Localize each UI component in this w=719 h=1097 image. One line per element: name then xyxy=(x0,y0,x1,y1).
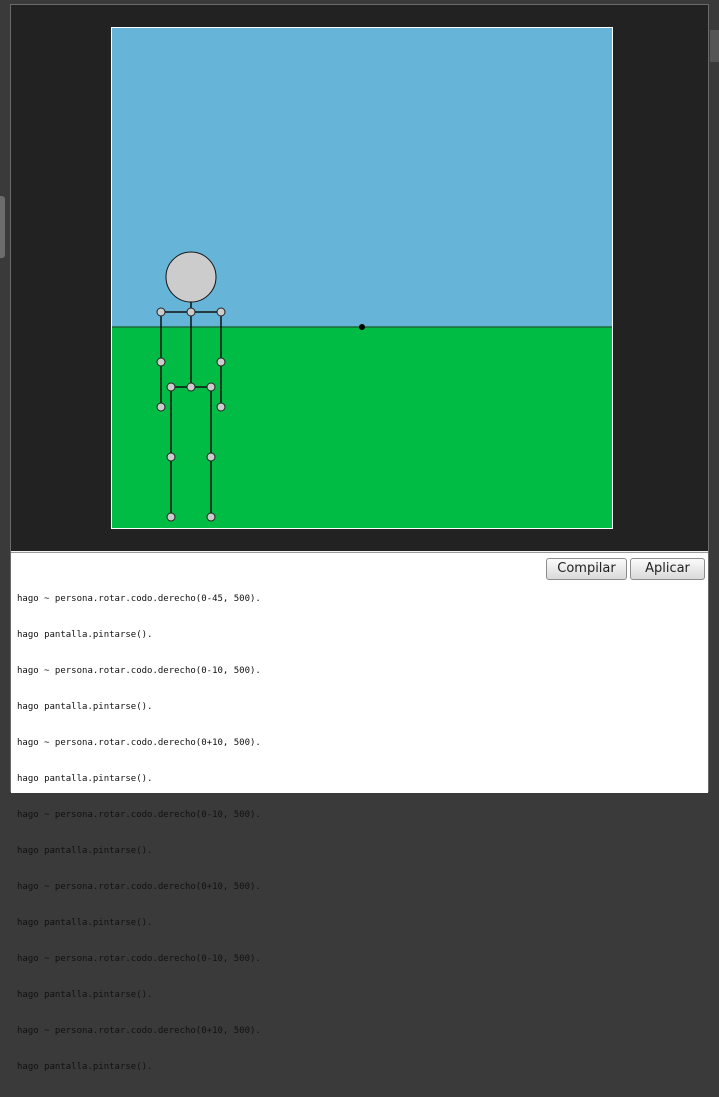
code-line: hago pantalla.pintarse(). xyxy=(17,1062,153,1072)
side-scroll-handle[interactable] xyxy=(710,30,719,62)
code-line: hago pantalla.pintarse(). xyxy=(17,918,153,928)
code-line: hago ~ persona.rotar.codo.derecho(0+10, … xyxy=(17,738,261,748)
joint-right-hip[interactable] xyxy=(206,382,216,392)
joint-right-elbow[interactable] xyxy=(216,357,226,367)
code-line: hago pantalla.pintarse(). xyxy=(17,774,153,784)
code-line: hago pantalla.pintarse(). xyxy=(17,846,153,856)
figure-head xyxy=(165,251,217,303)
joint-left-hip[interactable] xyxy=(166,382,176,392)
side-panel-handle[interactable] xyxy=(0,196,5,258)
joint-right-shoulder[interactable] xyxy=(216,307,226,317)
code-line: hago ~ persona.rotar.codo.derecho(0+10, … xyxy=(17,1026,261,1036)
code-line: hago pantalla.pintarse(). xyxy=(17,630,153,640)
joint-left-elbow[interactable] xyxy=(156,357,166,367)
code-editor[interactable]: hago ~ persona.rotar.codo.derecho(0-45, … xyxy=(17,569,261,1097)
code-editor-panel: Compilar Aplicar hago ~ persona.rotar.co… xyxy=(11,552,708,1072)
app-window: Compilar Aplicar hago ~ persona.rotar.co… xyxy=(10,4,709,1072)
joint-left-foot[interactable] xyxy=(166,512,176,522)
stage-panel xyxy=(11,5,708,551)
code-line: hago ~ persona.rotar.codo.derecho(0+10, … xyxy=(17,882,261,892)
compile-button[interactable]: Compilar xyxy=(546,558,627,580)
apply-button[interactable]: Aplicar xyxy=(630,558,705,580)
ground xyxy=(111,327,613,529)
code-line: hago ~ persona.rotar.codo.derecho(0-10, … xyxy=(17,810,261,820)
origin-marker xyxy=(359,324,365,330)
joint-left-shoulder[interactable] xyxy=(156,307,166,317)
code-line: hago pantalla.pintarse(). xyxy=(17,990,153,1000)
joint-left-knee[interactable] xyxy=(166,452,176,462)
joint-right-hand[interactable] xyxy=(216,402,226,412)
joint-right-foot[interactable] xyxy=(206,512,216,522)
code-line: hago ~ persona.rotar.codo.derecho(0-10, … xyxy=(17,954,261,964)
code-line: hago ~ persona.rotar.codo.derecho(0-10, … xyxy=(17,666,261,676)
joint-left-hand[interactable] xyxy=(156,402,166,412)
joint-right-knee[interactable] xyxy=(206,452,216,462)
joint-neck[interactable] xyxy=(186,307,196,317)
code-line: hago ~ persona.rotar.codo.derecho(0-45, … xyxy=(17,594,261,604)
stage-canvas[interactable] xyxy=(111,27,613,529)
code-line: hago pantalla.pintarse(). xyxy=(17,702,153,712)
joint-pelvis[interactable] xyxy=(186,382,196,392)
